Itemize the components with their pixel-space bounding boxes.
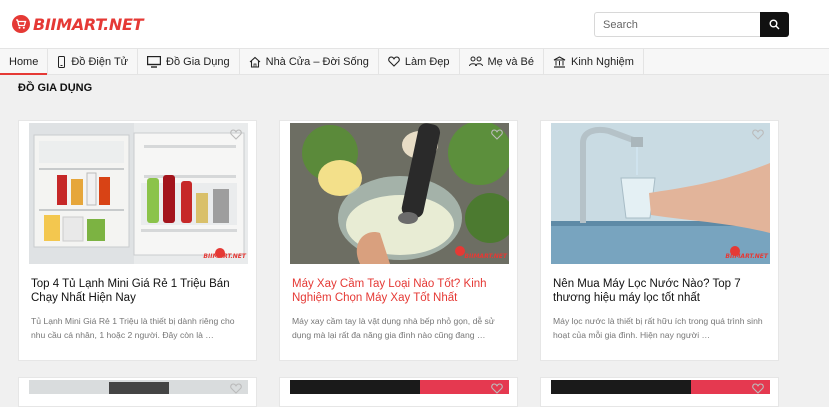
nav-item-label: Nhà Cửa – Đời Sống bbox=[265, 55, 369, 68]
nav-item-do-gia-dung[interactable]: Đồ Gia Dụng bbox=[138, 49, 240, 74]
monitor-icon bbox=[147, 55, 162, 68]
heart-icon[interactable] bbox=[230, 129, 242, 140]
post-card[interactable]: BIIMART.NET Máy Xay Cầm Tay Loại Nào Tốt… bbox=[279, 120, 518, 361]
people-icon bbox=[468, 56, 483, 67]
image-watermark: BIIMART.NET bbox=[203, 253, 246, 260]
image-watermark: BIIMART.NET bbox=[464, 253, 507, 260]
phone-icon bbox=[58, 55, 66, 68]
site-logo-text: BIIMART.NET bbox=[33, 14, 144, 34]
image-watermark: BIIMART.NET bbox=[725, 253, 768, 260]
post-excerpt: Máy xay cầm tay là vật dụng nhà bếp nhỏ … bbox=[292, 316, 495, 340]
post-excerpt: Tủ Lạnh Mini Giá Rẻ 1 Triệu là thiết bị … bbox=[31, 316, 235, 340]
post-image bbox=[29, 380, 248, 394]
nav-item-do-dien-tu[interactable]: Đồ Điện Tử bbox=[48, 49, 139, 74]
search-icon bbox=[769, 19, 780, 30]
nav-item-label: Đồ Gia Dụng bbox=[166, 55, 230, 68]
shopping-cart-logo-icon bbox=[12, 15, 30, 33]
post-title[interactable]: Nên Mua Máy Lọc Nước Nào? Top 7 thương h… bbox=[553, 277, 773, 305]
post-thumbnail[interactable] bbox=[551, 380, 770, 394]
site-header: BIIMART.NET bbox=[0, 0, 829, 48]
post-card[interactable]: BIIMART.NET Top 4 Tủ Lạnh Mini Giá Rẻ 1 … bbox=[18, 120, 257, 361]
search-input[interactable] bbox=[594, 12, 760, 37]
mini-fridge-image bbox=[29, 123, 248, 264]
water-filter-image bbox=[551, 123, 770, 264]
heart-icon bbox=[388, 56, 400, 67]
nav-item-me-va-be[interactable]: Mẹ và Bé bbox=[460, 49, 544, 74]
post-card[interactable] bbox=[279, 377, 518, 407]
hand-blender-image bbox=[290, 123, 509, 264]
nav-item-label: Home bbox=[9, 55, 39, 68]
post-thumbnail[interactable]: BIIMART.NET bbox=[290, 123, 509, 264]
nav-item-label: Kinh Nghiệm bbox=[570, 55, 634, 68]
post-thumbnail[interactable] bbox=[290, 380, 509, 394]
post-image bbox=[551, 380, 770, 394]
nav-item-home[interactable]: Home bbox=[0, 49, 49, 75]
post-image bbox=[290, 380, 509, 394]
nav-item-label: Làm Đẹp bbox=[404, 55, 450, 68]
post-thumbnail[interactable]: BIIMART.NET bbox=[29, 123, 248, 264]
post-title[interactable]: Máy Xay Cầm Tay Loại Nào Tốt? Kinh Nghiệ… bbox=[292, 277, 512, 305]
nav-item-kinh-nghiem[interactable]: Kinh Nghiệm bbox=[544, 49, 644, 74]
search-button[interactable] bbox=[760, 12, 789, 37]
post-card[interactable]: BIIMART.NET Nên Mua Máy Lọc Nước Nào? To… bbox=[540, 120, 779, 361]
nav-item-label: Mẹ và Bé bbox=[487, 55, 534, 68]
heart-icon[interactable] bbox=[491, 129, 503, 140]
post-card[interactable] bbox=[540, 377, 779, 407]
post-thumbnail[interactable]: BIIMART.NET bbox=[551, 123, 770, 264]
post-card[interactable] bbox=[18, 377, 257, 407]
home-icon bbox=[249, 56, 260, 68]
site-logo[interactable]: BIIMART.NET bbox=[11, 14, 144, 34]
bank-icon bbox=[553, 55, 566, 68]
heart-icon[interactable] bbox=[752, 129, 764, 140]
section-title: ĐỒ GIA DỤNG bbox=[18, 82, 93, 94]
nav-item-nha-cua-doi-song[interactable]: Nhà Cửa – Đời Sống bbox=[240, 49, 379, 74]
main-navigation: Home Đồ Điện Tử Đồ Gia Dụng Nhà Cửa – Đờ… bbox=[0, 48, 829, 75]
nav-item-label: Đồ Điện Tử bbox=[71, 55, 129, 68]
post-title[interactable]: Top 4 Tủ Lạnh Mini Giá Rẻ 1 Triệu Bán Ch… bbox=[31, 277, 251, 305]
post-excerpt: Máy lọc nước là thiết bị rất hữu ích tro… bbox=[553, 316, 763, 340]
nav-item-lam-dep[interactable]: Làm Đẹp bbox=[379, 49, 460, 74]
post-thumbnail[interactable] bbox=[29, 380, 248, 394]
